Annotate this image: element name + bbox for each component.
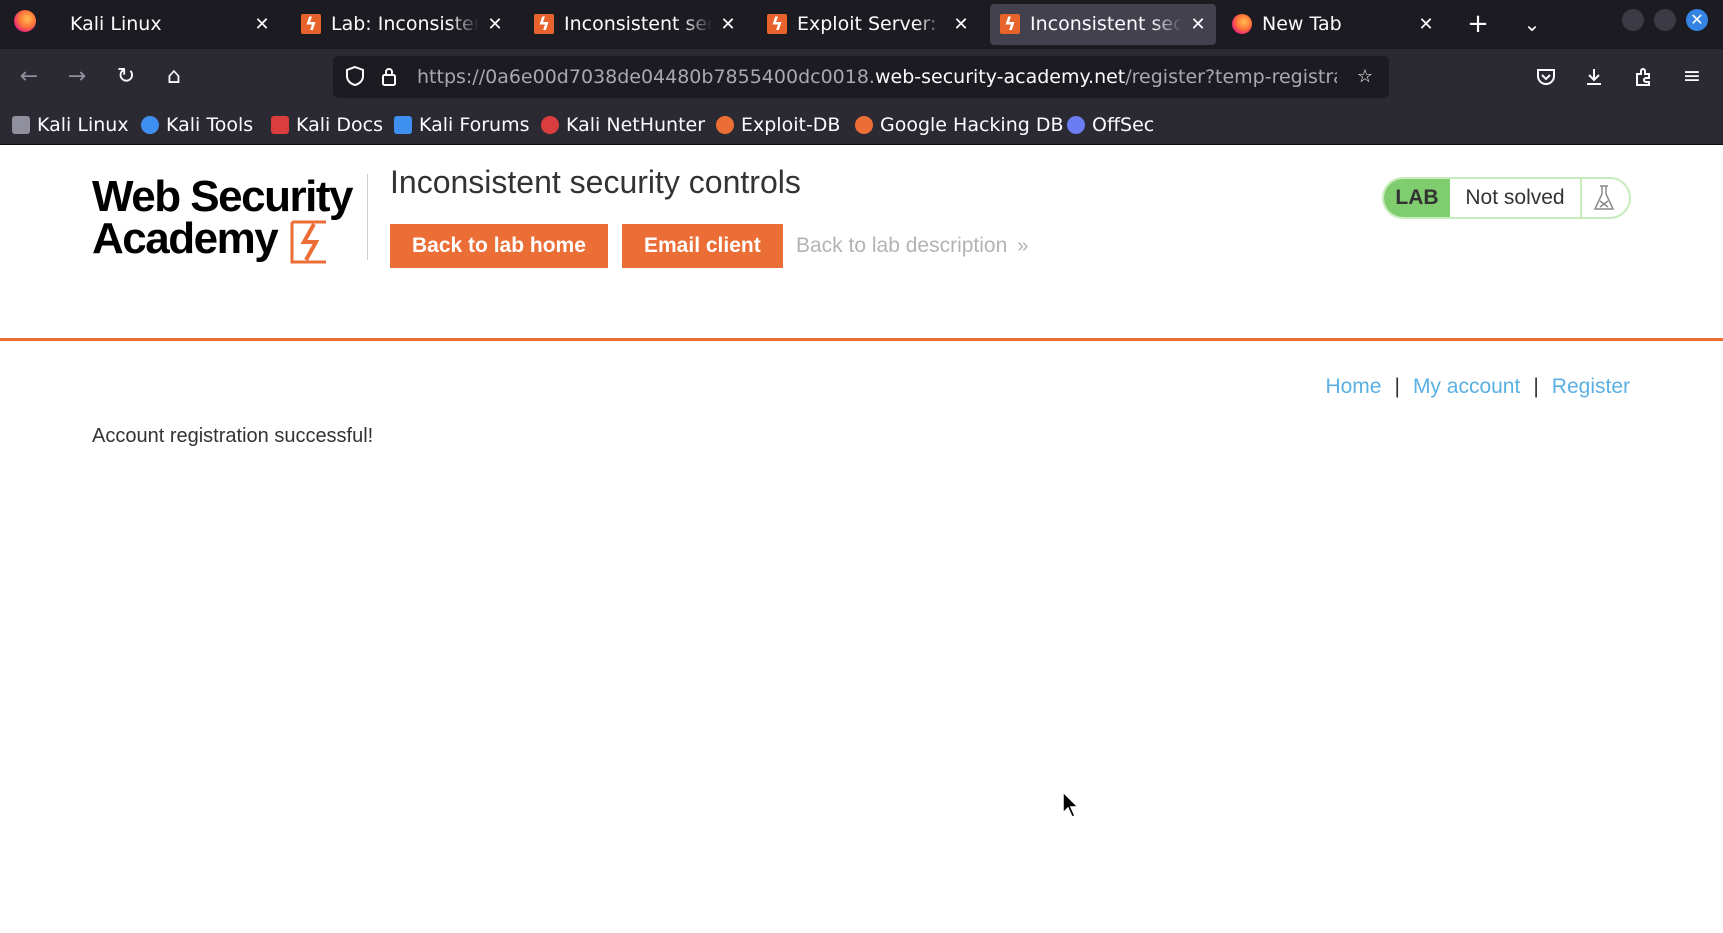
mouse-cursor-icon bbox=[1062, 791, 1080, 818]
kali-forums-icon bbox=[394, 116, 412, 134]
reload-icon[interactable]: ↻ bbox=[110, 61, 142, 93]
bookmark-offsec[interactable]: OffSec bbox=[1067, 105, 1154, 145]
header-divider bbox=[367, 174, 368, 260]
lab-status-text: Not solved bbox=[1450, 179, 1582, 217]
registration-success-message: Account registration successful! bbox=[92, 425, 374, 447]
new-tab-plus-icon[interactable]: + bbox=[1460, 4, 1496, 45]
back-to-lab-home-button[interactable]: Back to lab home bbox=[390, 224, 608, 268]
close-window-button[interactable]: ✕ bbox=[1686, 9, 1708, 31]
lab-badge: LAB bbox=[1384, 179, 1450, 217]
forward-arrow-icon[interactable]: → bbox=[61, 61, 93, 93]
downloads-icon[interactable] bbox=[1578, 61, 1610, 93]
list-tabs-chevron-icon[interactable]: ⌄ bbox=[1514, 4, 1550, 45]
home-link[interactable]: Home bbox=[1325, 375, 1381, 398]
logo-line-2: Academy bbox=[92, 214, 279, 263]
exploit-db-icon bbox=[716, 116, 734, 134]
tab-new-tab[interactable]: New Tab ✕ bbox=[1222, 4, 1444, 45]
bookmark-label: Kali NetHunter bbox=[566, 114, 706, 136]
lock-icon[interactable] bbox=[377, 65, 401, 89]
bookmark-label: Kali Tools bbox=[166, 114, 254, 136]
url-path: /register?temp-registration-token=... bbox=[1125, 66, 1337, 88]
portswigger-icon bbox=[1000, 4, 1020, 45]
flask-icon bbox=[1593, 185, 1615, 210]
academy-bolt-icon bbox=[290, 220, 326, 264]
extensions-puzzle-icon[interactable] bbox=[1628, 61, 1660, 93]
ghdb-icon bbox=[855, 116, 873, 134]
close-icon[interactable]: ✕ bbox=[1416, 4, 1436, 45]
web-security-academy-logo[interactable]: Web Security Academy bbox=[92, 172, 362, 268]
account-nav: Home | My account | Register bbox=[1325, 372, 1630, 402]
bookmark-kali-docs[interactable]: Kali Docs bbox=[271, 105, 383, 145]
register-link[interactable]: Register bbox=[1552, 375, 1630, 398]
nethunter-icon bbox=[541, 116, 559, 134]
bookmarks-toolbar: Kali Linux Kali Tools Kali Docs Kali For… bbox=[0, 105, 1723, 145]
bookmark-label: Google Hacking DB bbox=[880, 114, 1064, 136]
url-bar[interactable]: https://0a6e00d7038de04480b7855400dc0018… bbox=[333, 56, 1389, 98]
tab-kali-linux[interactable]: Kali Linux ✕ bbox=[58, 4, 280, 45]
navigation-toolbar: ← → ↻ ⌂ https://0a6e00d7038de04480b78554… bbox=[0, 49, 1723, 105]
bookmark-google-hacking-db[interactable]: Google Hacking DB bbox=[855, 105, 1064, 145]
home-icon[interactable]: ⌂ bbox=[158, 61, 190, 93]
tab-exploit-server[interactable]: Exploit Server: Inconsistent security co… bbox=[757, 4, 979, 45]
url-prefix: https://0a6e00d7038de04480b7855400dc0018… bbox=[417, 66, 875, 88]
bookmark-kali-forums[interactable]: Kali Forums bbox=[394, 105, 530, 145]
tracking-protection-shield-icon[interactable] bbox=[343, 65, 367, 89]
bookmark-label: Kali Linux bbox=[37, 114, 129, 136]
tab-title: Exploit Server: Inconsistent security co… bbox=[797, 13, 945, 35]
portswigger-icon bbox=[534, 4, 554, 45]
tab-inconsistent-security[interactable]: Inconsistent security controls ✕ bbox=[524, 4, 746, 45]
email-client-button[interactable]: Email client bbox=[622, 224, 783, 268]
back-arrow-icon[interactable]: ← bbox=[13, 61, 45, 93]
bookmark-exploit-db[interactable]: Exploit-DB bbox=[716, 105, 840, 145]
tab-title: Kali Linux bbox=[70, 13, 162, 35]
tab-title: Lab: Inconsistent security controls bbox=[331, 13, 479, 35]
close-icon[interactable]: ✕ bbox=[718, 4, 738, 45]
bookmark-kali-tools[interactable]: Kali Tools bbox=[141, 105, 253, 145]
maximize-window-button[interactable] bbox=[1654, 9, 1676, 31]
tab-title: New Tab bbox=[1262, 13, 1342, 35]
offsec-icon bbox=[1067, 116, 1085, 134]
firefox-menu-icon[interactable] bbox=[14, 10, 36, 32]
bookmark-kali-nethunter[interactable]: Kali NetHunter bbox=[541, 105, 705, 145]
minimize-window-button[interactable] bbox=[1622, 9, 1644, 31]
nav-separator: | bbox=[1533, 375, 1539, 398]
bookmark-kali-linux[interactable]: Kali Linux bbox=[12, 105, 129, 145]
tab-title: Inconsistent security controls bbox=[1030, 13, 1182, 35]
bookmark-label: OffSec bbox=[1092, 114, 1155, 136]
lab-status-widget: LAB Not solved bbox=[1382, 177, 1631, 219]
kali-docs-icon bbox=[271, 116, 289, 134]
tab-title: Inconsistent security controls bbox=[564, 13, 712, 35]
tab-inconsistent-security-active[interactable]: Inconsistent security controls ✕ bbox=[990, 4, 1216, 45]
firefox-icon bbox=[1232, 14, 1252, 34]
pocket-icon[interactable] bbox=[1530, 61, 1562, 93]
url-text[interactable]: https://0a6e00d7038de04480b7855400dc0018… bbox=[417, 56, 1337, 98]
bookmark-label: Kali Docs bbox=[296, 114, 383, 136]
double-chevron-right-icon: » bbox=[1017, 235, 1029, 257]
lab-title: Inconsistent security controls bbox=[390, 164, 801, 200]
bookmark-label: Exploit-DB bbox=[741, 114, 841, 136]
my-account-link[interactable]: My account bbox=[1413, 375, 1520, 398]
nav-separator: | bbox=[1394, 375, 1400, 398]
bookmark-star-icon[interactable]: ☆ bbox=[1353, 65, 1377, 89]
close-icon[interactable]: ✕ bbox=[252, 4, 272, 45]
portswigger-icon bbox=[301, 4, 321, 45]
kali-dragon-icon bbox=[12, 116, 30, 134]
tab-bar: Kali Linux ✕ Lab: Inconsistent security … bbox=[0, 0, 1723, 49]
url-domain: web-security-academy.net bbox=[874, 66, 1126, 88]
portswigger-icon bbox=[767, 4, 787, 45]
close-icon[interactable]: ✕ bbox=[951, 4, 971, 45]
header-separator bbox=[0, 338, 1723, 341]
tab-lab-inconsistent[interactable]: Lab: Inconsistent security controls ✕ bbox=[291, 4, 513, 45]
page-content: Web Security Academy Inconsistent securi… bbox=[0, 146, 1723, 933]
back-to-lab-description-label: Back to lab description bbox=[796, 234, 1008, 257]
back-to-lab-description-link[interactable]: Back to lab description » bbox=[796, 224, 1028, 268]
close-icon[interactable]: ✕ bbox=[485, 4, 505, 45]
bookmark-label: Kali Forums bbox=[419, 114, 530, 136]
kali-tools-icon bbox=[141, 116, 159, 134]
close-icon[interactable]: ✕ bbox=[1188, 4, 1208, 45]
hamburger-menu-icon[interactable]: ≡ bbox=[1676, 61, 1708, 93]
